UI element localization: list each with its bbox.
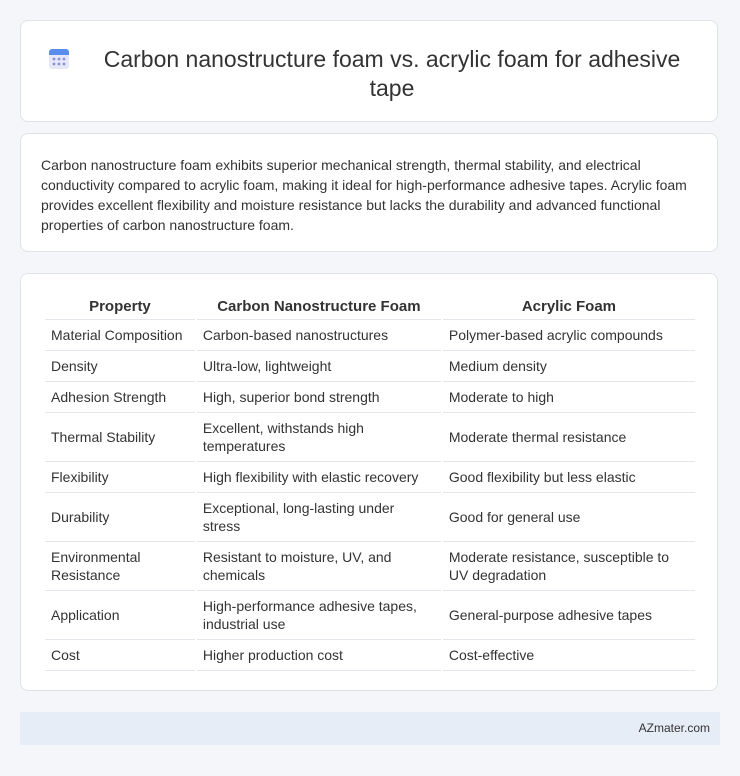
table-row: Environmental Resistance Resistant to mo… [45,542,695,591]
table-cell-property: Thermal Stability [45,413,195,462]
table-cell-acrylic: Moderate to high [442,382,695,413]
comparison-table-card: Property Carbon Nanostructure Foam Acryl… [20,273,718,691]
table-cell-acrylic: Moderate resistance, susceptible to UV d… [442,542,695,591]
table-row: Thermal Stability Excellent, withstands … [45,413,695,462]
table-cell-carbon: Higher production cost [196,640,441,671]
table-cell-property: Environmental Resistance [45,542,195,591]
table-cell-acrylic: Good for general use [442,493,695,542]
column-header-property: Property [45,294,195,320]
page-title: Carbon nanostructure foam vs. acrylic fo… [103,46,681,101]
table-cell-acrylic: Polymer-based acrylic compounds [442,320,695,351]
table-row: Adhesion Strength High, superior bond st… [45,382,695,413]
table-row: Material Composition Carbon-based nanost… [45,320,695,351]
table-cell-carbon: Exceptional, long-lasting under stress [196,493,441,542]
footer-brand: AZmater.com [638,721,710,735]
table-cell-carbon: Carbon-based nanostructures [196,320,441,351]
table-cell-carbon: Excellent, withstands high temperatures [196,413,441,462]
table-cell-property: Flexibility [45,462,195,493]
table-cell-property: Material Composition [45,320,195,351]
column-header-carbon-foam: Carbon Nanostructure Foam [196,294,441,320]
table-cell-acrylic: Good flexibility but less elastic [442,462,695,493]
table-cell-property: Adhesion Strength [45,382,195,413]
calendar-grid-icon [49,49,69,69]
table-row: Density Ultra-low, lightweight Medium de… [45,351,695,382]
table-cell-acrylic: Moderate thermal resistance [442,413,695,462]
table-cell-property: Cost [45,640,195,671]
table-row: Durability Exceptional, long-lasting und… [45,493,695,542]
table-cell-property: Durability [45,493,195,542]
table-cell-carbon: Resistant to moisture, UV, and chemicals [196,542,441,591]
table-cell-property: Density [45,351,195,382]
summary-card: Carbon nanostructure foam exhibits super… [20,133,718,252]
summary-text: Carbon nanostructure foam exhibits super… [41,157,687,233]
footer: AZmater.com [20,712,720,745]
table-row: Cost Higher production cost Cost-effecti… [45,640,695,671]
table-cell-carbon: Ultra-low, lightweight [196,351,441,382]
column-header-acrylic-foam: Acrylic Foam [442,294,695,320]
table-row: Flexibility High flexibility with elasti… [45,462,695,493]
title-card: Carbon nanostructure foam vs. acrylic fo… [20,20,718,122]
table-cell-acrylic: Cost-effective [442,640,695,671]
table-cell-carbon: High, superior bond strength [196,382,441,413]
table-header-row: Property Carbon Nanostructure Foam Acryl… [45,294,695,320]
table-cell-carbon: High flexibility with elastic recovery [196,462,441,493]
table-row: Application High-performance adhesive ta… [45,591,695,640]
table-cell-acrylic: Medium density [442,351,695,382]
table-cell-property: Application [45,591,195,640]
table-cell-acrylic: General-purpose adhesive tapes [442,591,695,640]
comparison-table: Property Carbon Nanostructure Foam Acryl… [43,294,697,671]
table-cell-carbon: High-performance adhesive tapes, industr… [196,591,441,640]
